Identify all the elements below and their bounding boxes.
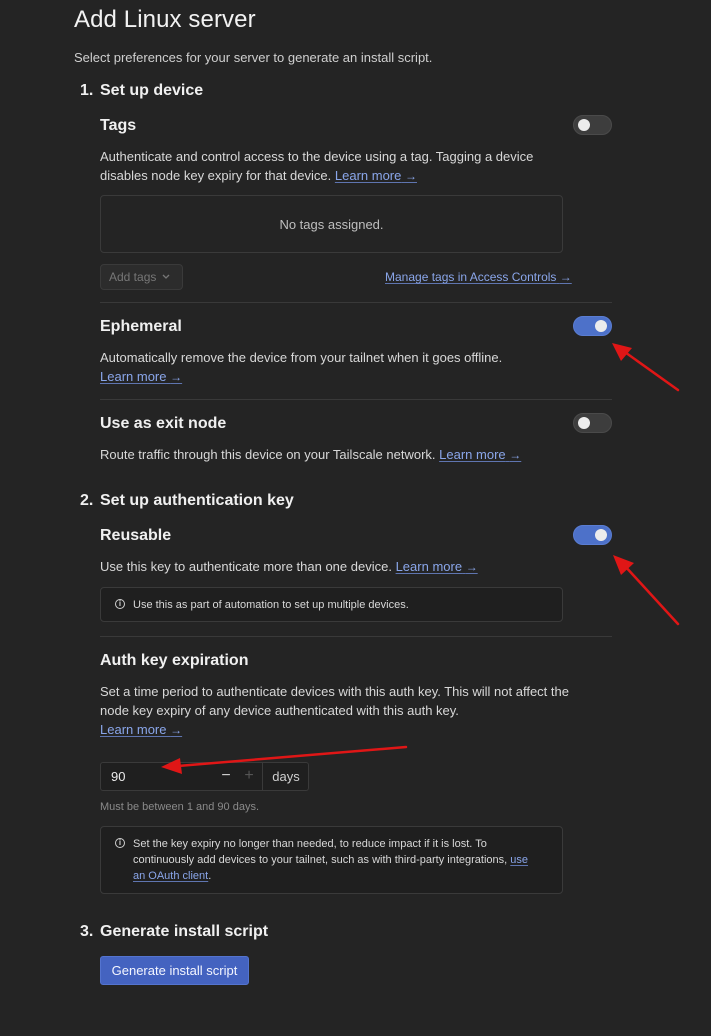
arrow-right-icon: → (465, 560, 478, 574)
page-subtitle: Select preferences for your server to ge… (74, 50, 433, 65)
expiration-info-callout: i Set the key expiry no longer than need… (100, 826, 563, 894)
annotation-arrow-ephemeral (612, 343, 680, 392)
expiration-info-text: Set the key expiry no longer than needed… (133, 836, 543, 884)
ephemeral-description: Automatically remove the device from you… (100, 348, 540, 387)
tags-list-empty: No tags assigned. (100, 195, 563, 253)
exit-node-learn-more-link[interactable]: Learn more → (439, 447, 521, 462)
step-number: 3. (80, 923, 94, 940)
divider (100, 636, 612, 637)
step-title: Generate install script (100, 923, 269, 940)
ephemeral-toggle[interactable] (573, 316, 612, 336)
divider (100, 302, 612, 303)
expiration-learn-more-link[interactable]: Learn more → (100, 722, 182, 737)
reusable-description: Use this key to authenticate more than o… (100, 557, 580, 577)
manage-tags-link[interactable]: Manage tags in Access Controls → (385, 270, 572, 284)
increment-button[interactable]: + (241, 767, 257, 785)
toggle-knob (578, 417, 590, 429)
reusable-description-text: Use this key to authenticate more than o… (100, 559, 392, 574)
expiration-description-text: Set a time period to authenticate device… (100, 684, 569, 718)
tags-description: Authenticate and control access to the d… (100, 147, 560, 186)
add-linux-server-page: Add Linux server Select preferences for … (0, 0, 711, 1036)
reusable-toggle[interactable] (573, 525, 612, 545)
reusable-title: Reusable (100, 527, 172, 544)
tags-empty-text: No tags assigned. (279, 216, 384, 232)
exit-node-description: Route traffic through this device on you… (100, 445, 580, 465)
reusable-learn-more-link[interactable]: Learn more → (396, 559, 478, 574)
exit-node-toggle[interactable] (573, 413, 612, 433)
step-2-heading: 2. Set up authentication key (80, 492, 294, 510)
expiration-info-suffix: . (208, 870, 212, 882)
expiration-description: Set a time period to authenticate device… (100, 682, 570, 740)
tags-description-text: Authenticate and control access to the d… (100, 149, 534, 183)
link-label: Learn more (334, 168, 402, 183)
expiration-title: Auth key expiration (100, 652, 249, 669)
expiration-days-stepper: 90 − + days (100, 762, 309, 791)
step-title: Set up authentication key (100, 492, 294, 509)
generate-install-script-button[interactable]: Generate install script (100, 956, 249, 985)
arrow-right-icon: → (170, 370, 183, 384)
divider (100, 399, 612, 400)
step-title: Set up device (100, 82, 204, 99)
arrow-right-icon: → (559, 270, 572, 284)
toggle-knob (595, 320, 607, 332)
expiration-days-input[interactable]: 90 (111, 769, 125, 784)
add-tags-label: Add tags (109, 270, 157, 284)
tags-title: Tags (100, 117, 137, 134)
exit-node-description-text: Route traffic through this device on you… (100, 447, 436, 462)
ephemeral-learn-more-link[interactable]: Learn more → (100, 369, 182, 384)
link-label: Learn more (100, 369, 167, 384)
tags-learn-more-link[interactable]: Learn more → (335, 168, 417, 183)
chevron-down-icon (162, 274, 170, 279)
exit-node-title: Use as exit node (100, 415, 227, 432)
link-label: Learn more (439, 447, 506, 462)
arrow-right-icon: → (170, 723, 183, 737)
toggle-knob (578, 119, 590, 131)
ephemeral-description-text: Automatically remove the device from you… (100, 350, 503, 365)
annotation-arrow-reusable (613, 555, 680, 626)
add-tags-dropdown[interactable]: Add tags (100, 264, 183, 290)
ephemeral-title: Ephemeral (100, 318, 182, 335)
step-1-heading: 1. Set up device (80, 82, 203, 100)
link-label: Learn more (395, 559, 463, 574)
reusable-info-callout: i Use this as part of automation to set … (100, 587, 563, 622)
expiration-info-prefix: Set the key expiry no longer than needed… (133, 838, 508, 866)
tags-toggle[interactable] (573, 115, 612, 135)
toggle-knob (595, 529, 607, 541)
decrement-button[interactable]: − (218, 767, 234, 785)
days-unit-label: days (262, 763, 309, 790)
arrow-right-icon: → (509, 448, 522, 462)
reusable-info-text: Use this as part of automation to set up… (133, 599, 409, 611)
info-icon: i (115, 838, 125, 848)
arrow-right-icon: → (404, 169, 417, 183)
page-title: Add Linux server (74, 6, 256, 33)
link-label: Learn more (100, 722, 167, 737)
link-label: Manage tags in Access Controls (385, 270, 557, 284)
step-number: 2. (80, 492, 94, 509)
info-icon: i (115, 599, 125, 609)
expiration-hint: Must be between 1 and 90 days. (100, 801, 259, 813)
step-number: 1. (80, 82, 94, 99)
step-3-heading: 3. Generate install script (80, 923, 268, 941)
